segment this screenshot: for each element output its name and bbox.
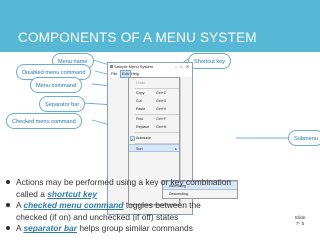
bullet-dot — [6, 226, 10, 231]
menu-item-paste[interactable]: Paste Ctrl+V — [129, 105, 179, 113]
bullet-2: A checked menu command toggles between t… — [6, 200, 266, 223]
menu-item-autosave[interactable]: ✓ Autosave — [129, 134, 179, 142]
slide-title: COMPONENTS OF A MENU SYSTEM — [18, 30, 257, 45]
term-shortcut-key: shortcut key — [47, 188, 98, 199]
menu-diagram: Menu name Disabled menu command Menu com… — [0, 52, 320, 215]
chevron-right-icon: ▸ — [175, 147, 177, 151]
bullet-dot — [6, 203, 10, 208]
bullet-dot — [6, 180, 10, 184]
shortcut-paste: Ctrl+V — [156, 107, 167, 111]
slide: COMPONENTS OF A MENU SYSTEM Menu name Di… — [0, 0, 320, 240]
bullet-3: A separator bar helps group similar comm… — [6, 223, 266, 235]
shortcut-replace: Ctrl+H — [156, 125, 167, 129]
menubar: File Edit Help — [108, 70, 192, 78]
bullet-1: Actions may be performed using a key or … — [6, 177, 266, 200]
menu-item-cut[interactable]: Cut Ctrl+X — [129, 97, 179, 105]
menu-item-find[interactable]: Find Ctrl+F — [129, 115, 179, 123]
callout-submenu: Submenu — [288, 130, 320, 146]
slide-number: Slide 7- 5 — [294, 216, 306, 227]
menu-file[interactable]: File — [111, 70, 117, 77]
menu-item-replace[interactable]: Replace Ctrl+H — [129, 123, 179, 131]
window-controls[interactable]: – □ ✕ — [175, 63, 190, 70]
menu-help[interactable]: Help — [131, 70, 139, 77]
shortcut-cut: Ctrl+X — [156, 99, 167, 103]
menu-item-undo[interactable]: Undo — [129, 79, 179, 87]
callout-separator-bar: Separator bar — [39, 96, 86, 112]
menu-item-sort[interactable]: Sort ▸ — [129, 144, 179, 152]
shortcut-copy: Ctrl+C — [156, 91, 167, 95]
window-titlebar: Sample Menu System – □ ✕ — [108, 63, 192, 70]
callout-shortcut-key: Shortcut key — [188, 53, 232, 69]
menu-item-copy[interactable]: Copy Ctrl+C — [129, 89, 179, 97]
term-checked-menu-command: checked menu command — [23, 200, 124, 211]
app-icon — [109, 64, 113, 68]
shortcut-find: Ctrl+F — [156, 117, 166, 121]
separator-bar — [135, 132, 179, 133]
checkmark-icon: ✓ — [129, 135, 135, 142]
callout-menu-command: Menu command — [30, 77, 83, 93]
window-title: Sample Menu System — [114, 64, 154, 69]
term-separator-bar: separator bar — [23, 223, 77, 234]
callout-checked-menu-command: Checked menu command — [6, 113, 82, 129]
bullet-list: Actions may be performed using a key or … — [6, 177, 266, 235]
